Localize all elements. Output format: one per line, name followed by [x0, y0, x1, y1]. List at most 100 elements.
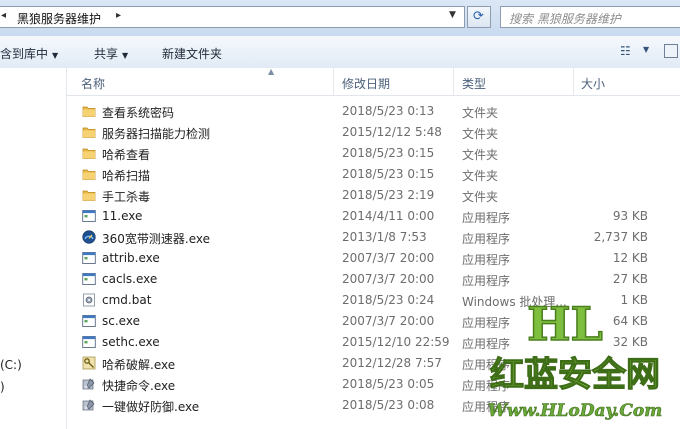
- view-options-icon[interactable]: ☷: [620, 44, 631, 58]
- file-size: 64 KB: [612, 314, 648, 328]
- file-date: 2018/5/23 0:24: [342, 293, 435, 307]
- file-type: 应用程序: [462, 316, 511, 330]
- folder-icon: [82, 167, 96, 181]
- share-label: 共享: [94, 47, 119, 61]
- new-folder-button[interactable]: 新建文件夹: [162, 45, 222, 62]
- file-date: 2018/5/23 0:08: [342, 398, 435, 412]
- file-row[interactable]: 快捷命令.exe 2018/5/23 0:05 应用程序: [67, 374, 680, 395]
- dropdown-caret-icon: ▼: [52, 51, 59, 60]
- file-name[interactable]: sethc.exe: [102, 335, 160, 349]
- key-app-icon: [82, 356, 96, 370]
- file-size: 27 KB: [612, 272, 648, 286]
- file-name[interactable]: attrib.exe: [102, 251, 160, 265]
- file-type: 应用程序: [462, 379, 511, 393]
- file-name[interactable]: 哈希查看: [102, 146, 150, 163]
- file-name[interactable]: 一键做好防御.exe: [102, 398, 199, 415]
- address-bar[interactable]: ◂ 黑狼服务器维护 ▸ ▼: [0, 6, 465, 28]
- tools-app-icon: [82, 377, 96, 391]
- column-type[interactable]: 类型: [462, 75, 486, 92]
- file-row[interactable]: 11.exe 2014/4/11 0:00 应用程序 93 KB: [67, 206, 680, 227]
- search-input[interactable]: 搜索 黑狼服务器维护: [509, 10, 621, 27]
- address-path[interactable]: 黑狼服务器维护: [17, 10, 101, 27]
- file-type: 文件夹: [462, 148, 499, 162]
- share-button[interactable]: 共享 ▼: [94, 45, 128, 62]
- file-date: 2007/3/7 20:00: [342, 272, 435, 286]
- file-type: 应用程序: [462, 337, 511, 351]
- file-type: 应用程序: [462, 211, 511, 225]
- folder-row[interactable]: 手工杀毒 2018/5/23 2:19 文件夹: [67, 185, 680, 206]
- column-divider[interactable]: [573, 68, 574, 95]
- exe-window-icon: [82, 314, 96, 328]
- file-name[interactable]: 360宽带测速器.exe: [102, 230, 210, 247]
- file-size: 93 KB: [612, 209, 648, 223]
- refresh-button[interactable]: ⟳: [467, 6, 491, 28]
- file-type: 应用程序: [462, 274, 511, 288]
- file-type: 应用程序: [462, 232, 511, 246]
- file-size: 12 KB: [612, 251, 648, 265]
- include-in-library-button[interactable]: 包含到库中▼: [0, 45, 58, 62]
- file-row[interactable]: cacls.exe 2007/3/7 20:00 应用程序 27 KB: [67, 269, 680, 290]
- column-size[interactable]: 大小: [581, 75, 605, 92]
- nav-item-drive-d[interactable]: ): [0, 380, 5, 394]
- command-bar: 包含到库中▼ 共享▼ 新建文件夹 ☷ ▼: [0, 36, 680, 69]
- file-row[interactable]: sethc.exe 2015/12/10 22:59 应用程序 32 KB: [67, 332, 680, 353]
- file-date: 2014/4/11 0:00: [342, 209, 435, 223]
- file-size: 32 KB: [612, 335, 648, 349]
- file-date: 2015/12/10 22:59: [342, 335, 450, 349]
- file-date: 2018/5/23 2:19: [342, 188, 435, 202]
- file-name[interactable]: 服务器扫描能力检测: [102, 125, 210, 142]
- preview-pane-icon[interactable]: [664, 44, 678, 58]
- gear-file-icon: [82, 293, 96, 307]
- file-date: 2012/12/28 7:57: [342, 356, 442, 370]
- file-name[interactable]: sc.exe: [102, 314, 140, 328]
- folder-icon: [82, 125, 96, 139]
- file-size: 2,737 KB: [593, 230, 648, 244]
- file-name[interactable]: 哈希扫描: [102, 167, 150, 184]
- navigation-pane: (C:) ): [0, 68, 67, 429]
- refresh-icon: ⟳: [473, 9, 484, 24]
- file-name[interactable]: 手工杀毒: [102, 188, 150, 205]
- sort-ascending-icon: ▲: [268, 67, 275, 76]
- file-size: 1 KB: [620, 293, 648, 307]
- chevron-down-icon[interactable]: ▼: [449, 10, 456, 20]
- chevron-right-icon[interactable]: ▸: [116, 10, 121, 21]
- chevron-left-icon[interactable]: ◂: [1, 10, 6, 21]
- exe-window-icon: [82, 335, 96, 349]
- file-name[interactable]: cacls.exe: [102, 272, 157, 286]
- file-type: 文件夹: [462, 106, 499, 120]
- file-type: 应用程序: [462, 253, 511, 267]
- file-type: 文件夹: [462, 127, 499, 141]
- file-name[interactable]: 快捷命令.exe: [102, 377, 175, 394]
- column-divider[interactable]: [333, 68, 334, 95]
- file-type: 应用程序: [462, 358, 511, 372]
- file-name[interactable]: 11.exe: [102, 209, 142, 223]
- file-name[interactable]: 查看系统密码: [102, 104, 174, 121]
- file-row[interactable]: 一键做好防御.exe 2018/5/23 0:08 应用程序: [67, 395, 680, 416]
- search-box[interactable]: 搜索 黑狼服务器维护: [500, 6, 680, 28]
- file-name[interactable]: 哈希破解.exe: [102, 356, 175, 373]
- file-date: 2018/5/23 0:13: [342, 104, 435, 118]
- include-in-library-label: 包含到库中: [0, 47, 49, 61]
- file-row[interactable]: 哈希破解.exe 2012/12/28 7:57 应用程序: [67, 353, 680, 374]
- column-divider[interactable]: [453, 68, 454, 95]
- column-name[interactable]: 名称: [81, 75, 105, 92]
- nav-item-drive-c[interactable]: (C:): [0, 358, 22, 372]
- file-type: Windows 批处理...: [462, 295, 567, 309]
- folder-row[interactable]: 服务器扫描能力检测 2015/12/12 5:48 文件夹: [67, 122, 680, 143]
- file-type: 文件夹: [462, 169, 499, 183]
- exe-window-icon: [82, 251, 96, 265]
- file-date: 2018/5/23 0:05: [342, 377, 435, 391]
- folder-icon: [82, 146, 96, 160]
- file-row[interactable]: attrib.exe 2007/3/7 20:00 应用程序 12 KB: [67, 248, 680, 269]
- file-name[interactable]: cmd.bat: [102, 293, 151, 307]
- folder-row[interactable]: 查看系统密码 2018/5/23 0:13 文件夹: [67, 101, 680, 122]
- folder-row[interactable]: 哈希扫描 2018/5/23 0:15 文件夹: [67, 164, 680, 185]
- column-date[interactable]: 修改日期: [342, 75, 390, 92]
- view-options-dropdown-icon[interactable]: ▼: [643, 45, 649, 54]
- file-date: 2015/12/12 5:48: [342, 125, 442, 139]
- file-date: 2007/3/7 20:00: [342, 314, 435, 328]
- file-row[interactable]: 360宽带测速器.exe 2013/1/8 7:53 应用程序 2,737 KB: [67, 227, 680, 248]
- folder-row[interactable]: 哈希查看 2018/5/23 0:15 文件夹: [67, 143, 680, 164]
- file-row[interactable]: cmd.bat 2018/5/23 0:24 Windows 批处理... 1 KB: [67, 290, 680, 311]
- file-row[interactable]: sc.exe 2007/3/7 20:00 应用程序 64 KB: [67, 311, 680, 332]
